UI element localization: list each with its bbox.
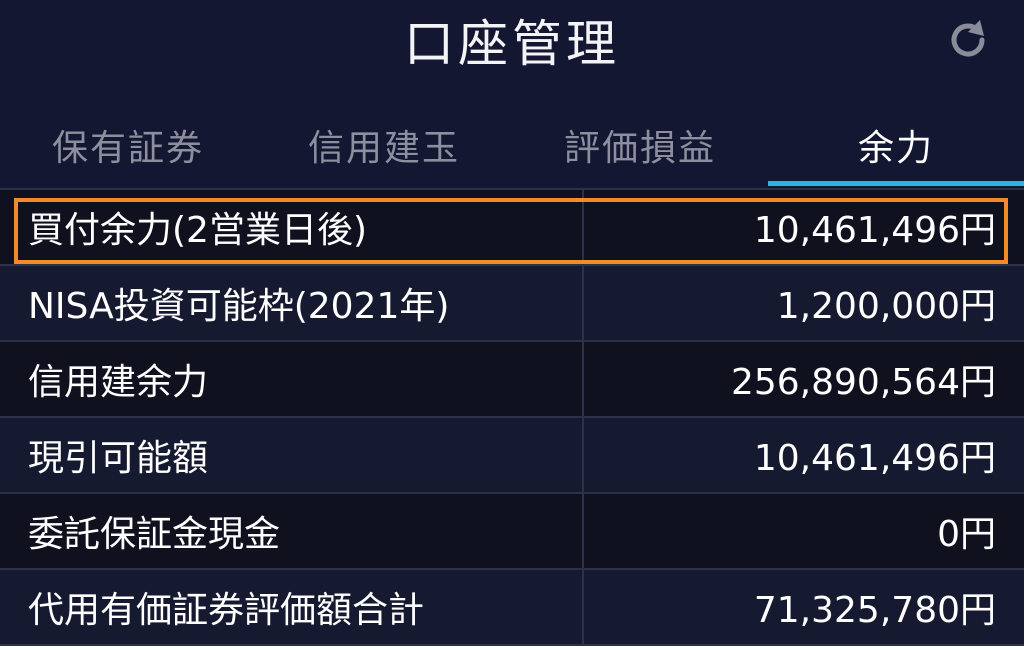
refresh-icon: [951, 20, 985, 57]
table-row-buying-power: 買付余力(2営業日後) 10,461,496円: [0, 190, 1024, 266]
row-value: 1,200,000円: [776, 286, 996, 327]
table-row-delivery-available: 現引可能額 10,461,496円: [0, 418, 1024, 494]
row-label: 委託保証金現金: [0, 494, 584, 568]
table-row-collateral-valuation: 代用有価証券評価額合計 71,325,780円: [0, 570, 1024, 646]
row-value: 256,890,564円: [730, 362, 996, 403]
page-title: 口座管理: [404, 15, 620, 73]
row-label: 信用建余力: [0, 342, 584, 416]
row-label: 現引可能額: [0, 418, 584, 492]
tab-buying-power[interactable]: 余力: [768, 104, 1024, 186]
tab-margin-positions[interactable]: 信用建玉: [256, 104, 512, 186]
buying-power-table: 買付余力(2営業日後) 10,461,496円 NISA投資可能枠(2021年)…: [0, 188, 1024, 646]
table-row-margin-cash: 委託保証金現金 0円: [0, 494, 1024, 570]
tab-bar: 保有証券 信用建玉 評価損益 余力: [0, 104, 1024, 186]
table-row-nisa-limit: NISA投資可能枠(2021年) 1,200,000円: [0, 266, 1024, 342]
row-value: 0円: [937, 514, 996, 555]
row-label: NISA投資可能枠(2021年): [0, 266, 584, 340]
row-value: 10,461,496円: [753, 438, 996, 479]
tab-valuation-pl[interactable]: 評価損益: [512, 104, 768, 186]
tab-holdings[interactable]: 保有証券: [0, 104, 256, 186]
refresh-button[interactable]: [942, 14, 994, 66]
row-label: 代用有価証券評価額合計: [0, 570, 584, 644]
row-value: 71,325,780円: [753, 590, 996, 631]
table-row-margin-capacity: 信用建余力 256,890,564円: [0, 342, 1024, 418]
row-value: 10,461,496円: [753, 210, 996, 251]
app-header: 口座管理: [0, 0, 1024, 84]
row-label: 買付余力(2営業日後): [0, 190, 584, 264]
